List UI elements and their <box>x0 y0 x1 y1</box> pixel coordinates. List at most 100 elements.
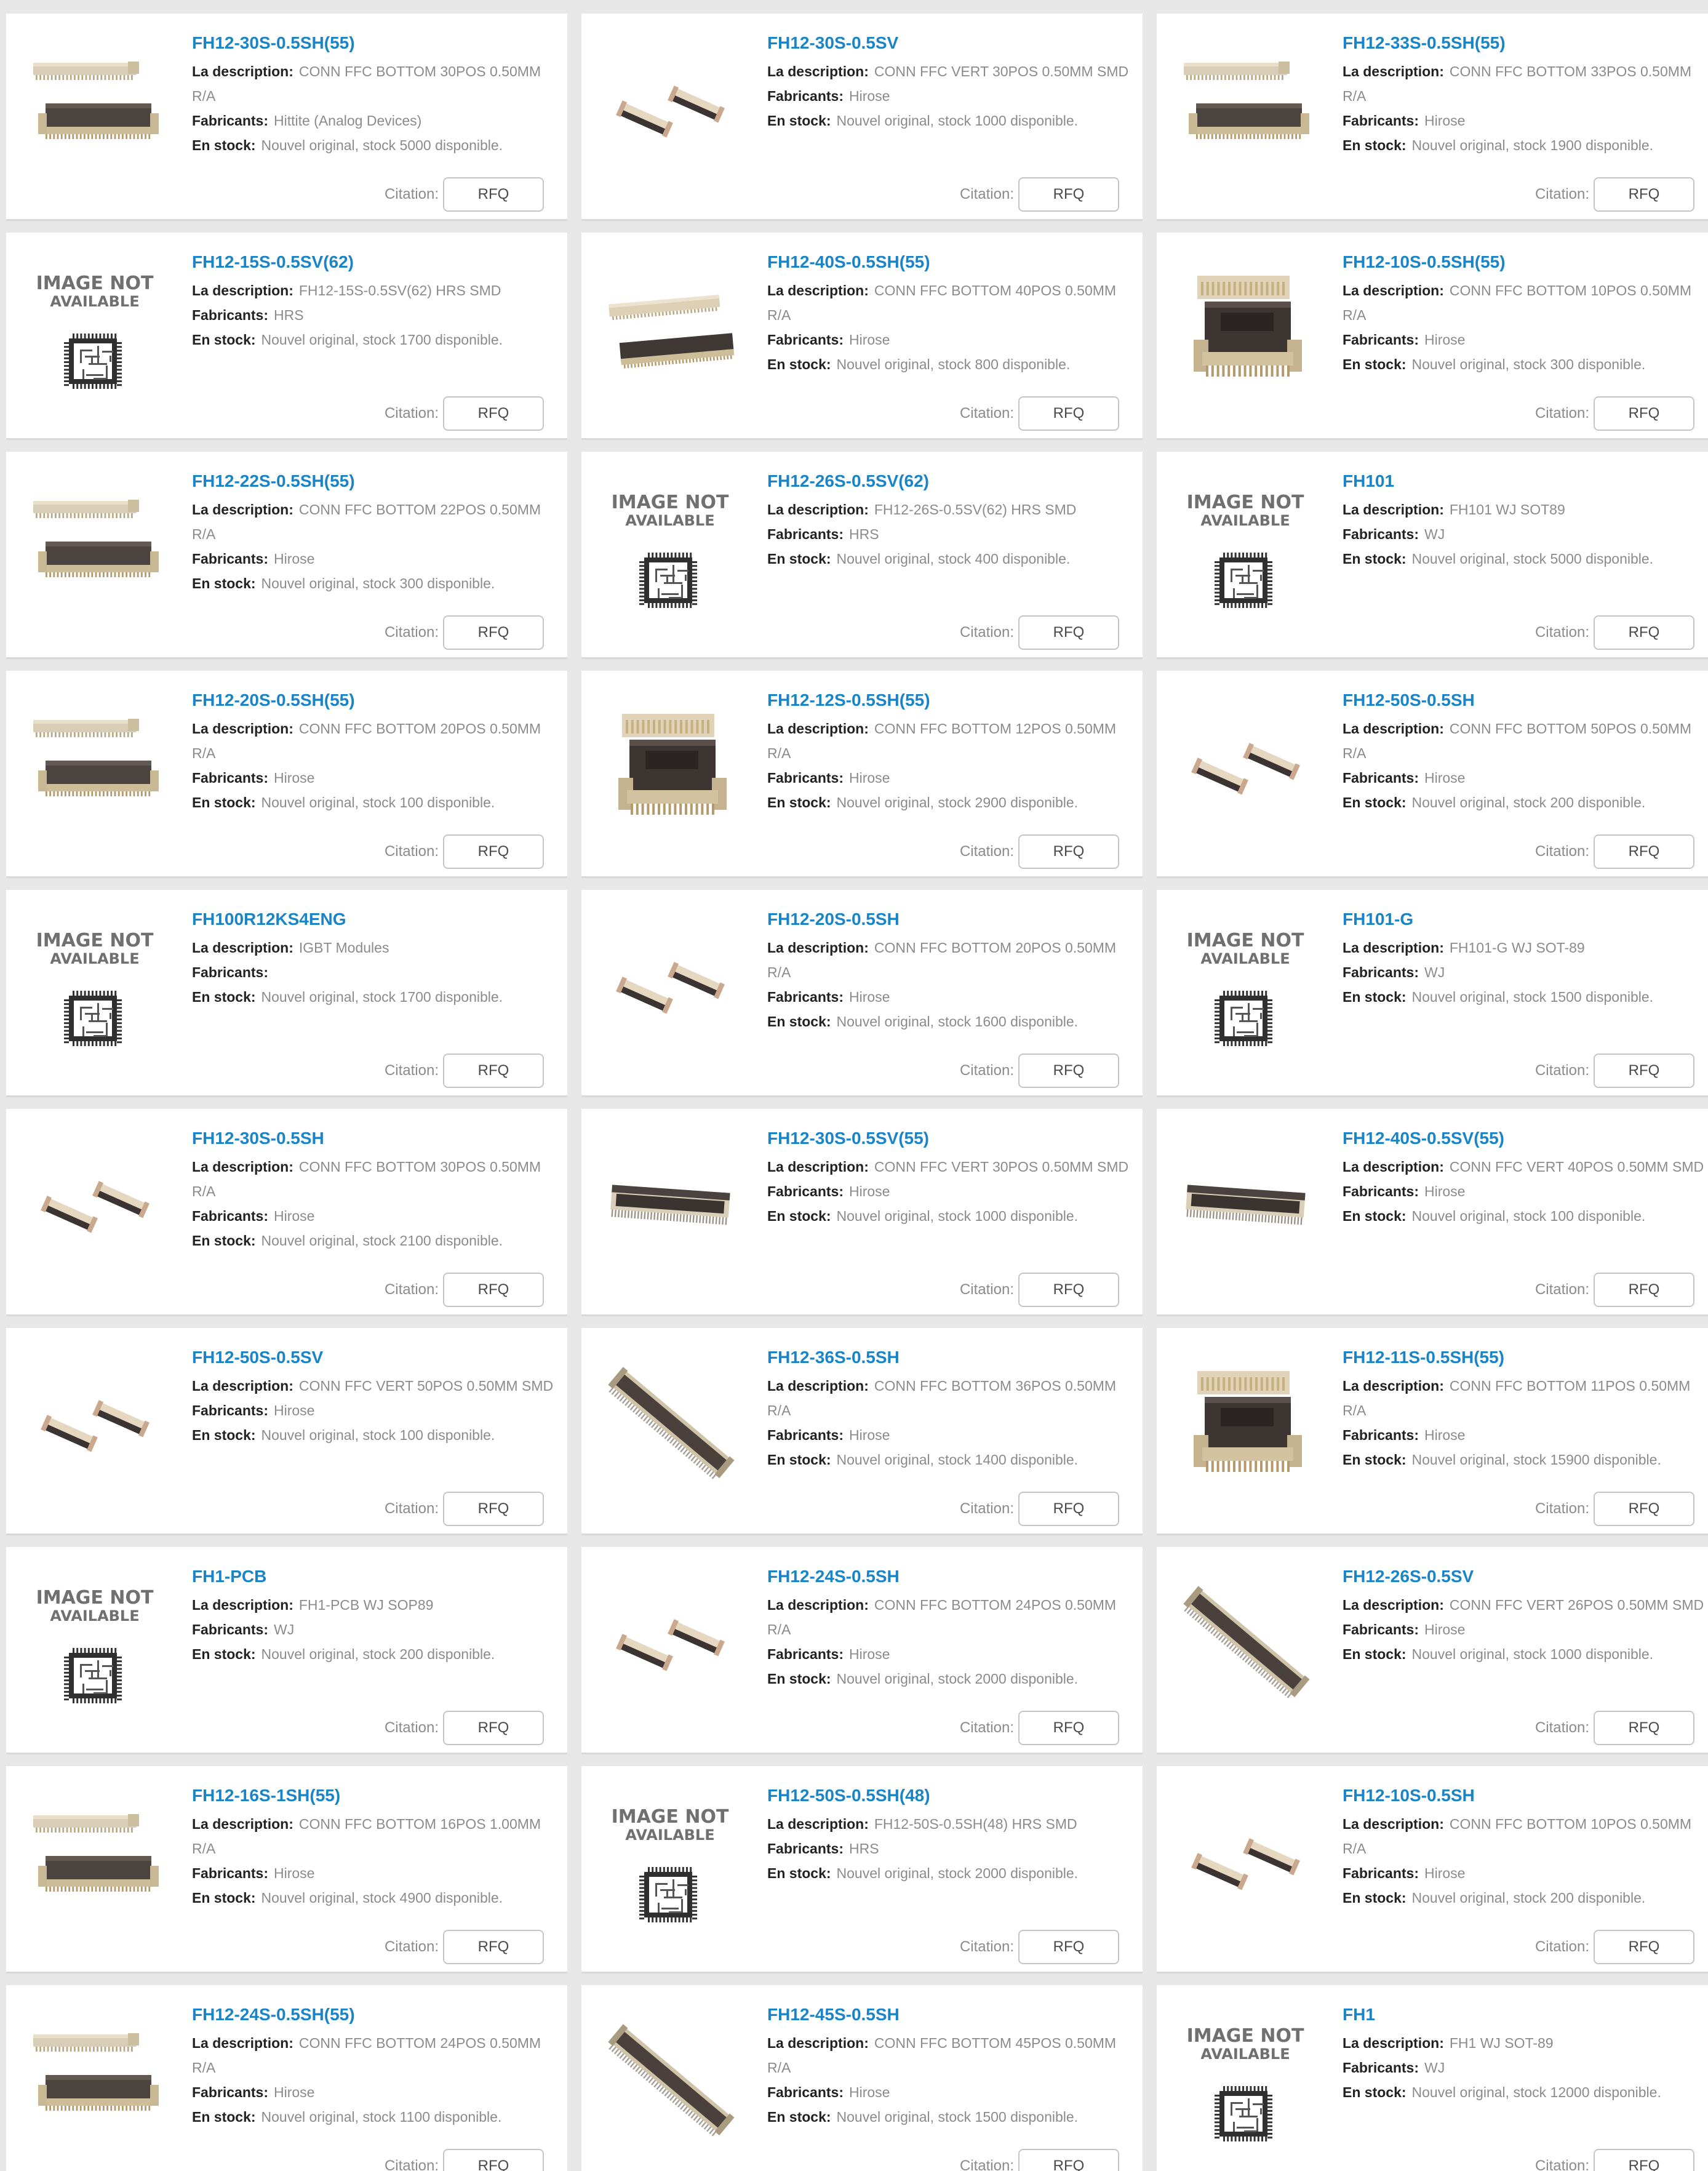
image-not-available-icon[interactable]: IMAGE NOT AVAILABLE <box>1180 921 1311 1051</box>
quote-area: Citation: RFQ <box>960 1492 1119 1526</box>
part-number-link[interactable]: FH12-50S-0.5SH(48) <box>767 1785 1143 1807</box>
part-number-link[interactable]: FH1-PCB <box>192 1565 567 1588</box>
part-number-link[interactable]: FH12-20S-0.5SH(55) <box>192 689 567 711</box>
connector-product-image[interactable] <box>605 702 735 832</box>
rfq-button[interactable]: RFQ <box>1018 1930 1119 1964</box>
image-not-available-icon[interactable]: IMAGE NOT AVAILABLE <box>1180 482 1311 613</box>
connector-product-image[interactable] <box>30 2016 160 2146</box>
connector-product-image[interactable] <box>1180 1797 1311 1927</box>
connector-product-image[interactable] <box>1180 702 1311 832</box>
rfq-button[interactable]: RFQ <box>1594 1273 1694 1307</box>
rfq-button[interactable]: RFQ <box>1018 1054 1119 1088</box>
connector-product-image[interactable] <box>1180 44 1311 175</box>
part-number-link[interactable]: FH12-11S-0.5SH(55) <box>1343 1346 1708 1369</box>
part-number-link[interactable]: FH12-30S-0.5SV(55) <box>767 1127 1143 1149</box>
rfq-button[interactable]: RFQ <box>1018 834 1119 869</box>
rfq-button[interactable]: RFQ <box>443 615 544 650</box>
part-number-link[interactable]: FH12-33S-0.5SH(55) <box>1343 32 1708 54</box>
part-number-link[interactable]: FH12-40S-0.5SV(55) <box>1343 1127 1708 1149</box>
part-number-link[interactable]: FH12-45S-0.5SH <box>767 2004 1143 2026</box>
image-not-available-icon[interactable]: IMAGE NOT AVAILABLE <box>1180 2016 1311 2146</box>
rfq-button[interactable]: RFQ <box>1594 1930 1694 1964</box>
rfq-button[interactable]: RFQ <box>1018 177 1119 212</box>
part-number-link[interactable]: FH12-26S-0.5SV(62) <box>767 470 1143 492</box>
part-number-link[interactable]: FH12-20S-0.5SH <box>767 908 1143 930</box>
connector-product-image[interactable] <box>605 1578 735 1708</box>
rfq-button[interactable]: RFQ <box>1594 2149 1694 2171</box>
connector-product-image[interactable] <box>605 921 735 1051</box>
product-card: IMAGE NOT AVAILABLE FH100R12KS4ENG La de… <box>6 890 567 1095</box>
product-info: FH12-36S-0.5SH La description: CONN FFC B… <box>767 1346 1143 1472</box>
rfq-button[interactable]: RFQ <box>1018 1711 1119 1745</box>
connector-product-image[interactable] <box>30 1140 160 1270</box>
connector-product-image[interactable] <box>1180 263 1311 394</box>
part-number-link[interactable]: FH12-10S-0.5SH <box>1343 1785 1708 1807</box>
connector-product-image[interactable] <box>1180 1140 1311 1270</box>
part-number-link[interactable]: FH12-24S-0.5SH(55) <box>192 2004 567 2026</box>
description-label: La description: <box>1343 2035 1444 2051</box>
rfq-button[interactable]: RFQ <box>443 396 544 431</box>
part-number-link[interactable]: FH12-30S-0.5SH <box>192 1127 567 1149</box>
part-number-link[interactable]: FH101 <box>1343 470 1708 492</box>
connector-product-image[interactable] <box>30 1359 160 1489</box>
connector-product-image[interactable] <box>1180 1578 1311 1708</box>
image-not-available-icon[interactable]: IMAGE NOT AVAILABLE <box>30 1578 160 1708</box>
rfq-button[interactable]: RFQ <box>443 1930 544 1964</box>
connector-product-image[interactable] <box>605 263 735 394</box>
rfq-button[interactable]: RFQ <box>1018 1492 1119 1526</box>
part-number-link[interactable]: FH1 <box>1343 2004 1708 2026</box>
image-not-available-icon[interactable]: IMAGE NOT AVAILABLE <box>605 1797 735 1927</box>
connector-product-image[interactable] <box>30 702 160 832</box>
rfq-button[interactable]: RFQ <box>1594 1054 1694 1088</box>
rfq-button[interactable]: RFQ <box>443 1273 544 1307</box>
part-number-link[interactable]: FH12-36S-0.5SH <box>767 1346 1143 1369</box>
connector-product-image[interactable] <box>1180 1359 1311 1489</box>
rfq-button[interactable]: RFQ <box>1594 1492 1694 1526</box>
rfq-button[interactable]: RFQ <box>1018 2149 1119 2171</box>
rfq-button[interactable]: RFQ <box>1594 1711 1694 1745</box>
rfq-button[interactable]: RFQ <box>443 177 544 212</box>
connector-product-image[interactable] <box>605 2016 735 2146</box>
rfq-button[interactable]: RFQ <box>1018 615 1119 650</box>
part-number-link[interactable]: FH12-12S-0.5SH(55) <box>767 689 1143 711</box>
stock-row: En stock: Nouvel original, stock 1500 dis… <box>1343 985 1708 1009</box>
part-number-link[interactable]: FH12-15S-0.5SV(62) <box>192 251 567 273</box>
rfq-button[interactable]: RFQ <box>443 1054 544 1088</box>
rfq-button[interactable]: RFQ <box>443 1492 544 1526</box>
connector-product-image[interactable] <box>605 44 735 175</box>
image-not-available-icon[interactable]: IMAGE NOT AVAILABLE <box>30 263 160 394</box>
part-number-link[interactable]: FH101-G <box>1343 908 1708 930</box>
rfq-button[interactable]: RFQ <box>1594 615 1694 650</box>
part-number-link[interactable]: FH100R12KS4ENG <box>192 908 567 930</box>
rfq-button[interactable]: RFQ <box>1594 177 1694 212</box>
connector-product-image[interactable] <box>30 44 160 175</box>
part-number-link[interactable]: FH12-30S-0.5SV <box>767 32 1143 54</box>
part-number-link[interactable]: FH12-50S-0.5SH <box>1343 689 1708 711</box>
part-number-link[interactable]: FH12-16S-1SH(55) <box>192 1785 567 1807</box>
part-number-link[interactable]: FH12-24S-0.5SH <box>767 1565 1143 1588</box>
stock-row: En stock: Nouvel original, stock 400 disp… <box>767 546 1143 571</box>
product-info: FH12-50S-0.5SV La description: CONN FFC V… <box>192 1346 567 1447</box>
rfq-button[interactable]: RFQ <box>1594 834 1694 869</box>
part-number-link[interactable]: FH12-22S-0.5SH(55) <box>192 470 567 492</box>
product-info: FH12-10S-0.5SH(55) La description: CONN F… <box>1343 251 1708 377</box>
connector-product-image[interactable] <box>30 1797 160 1927</box>
part-number-link[interactable]: FH12-50S-0.5SV <box>192 1346 567 1369</box>
part-number-link[interactable]: FH12-30S-0.5SH(55) <box>192 32 567 54</box>
image-not-available-icon[interactable]: IMAGE NOT AVAILABLE <box>605 482 735 613</box>
part-number-link[interactable]: FH12-10S-0.5SH(55) <box>1343 251 1708 273</box>
part-number-link[interactable]: FH12-40S-0.5SH(55) <box>767 251 1143 273</box>
rfq-button[interactable]: RFQ <box>443 1711 544 1745</box>
rfq-button[interactable]: RFQ <box>443 2149 544 2171</box>
rfq-button[interactable]: RFQ <box>443 834 544 869</box>
part-number-link[interactable]: FH12-26S-0.5SV <box>1343 1565 1708 1588</box>
connector-product-image[interactable] <box>605 1140 735 1270</box>
quote-area: Citation: RFQ <box>960 615 1119 650</box>
image-not-available-icon[interactable]: IMAGE NOT AVAILABLE <box>30 921 160 1051</box>
rfq-button[interactable]: RFQ <box>1018 396 1119 431</box>
connector-product-image[interactable] <box>605 1359 735 1489</box>
manufacturer-label: Fabricants: <box>767 332 844 348</box>
connector-product-image[interactable] <box>30 482 160 613</box>
rfq-button[interactable]: RFQ <box>1018 1273 1119 1307</box>
rfq-button[interactable]: RFQ <box>1594 396 1694 431</box>
